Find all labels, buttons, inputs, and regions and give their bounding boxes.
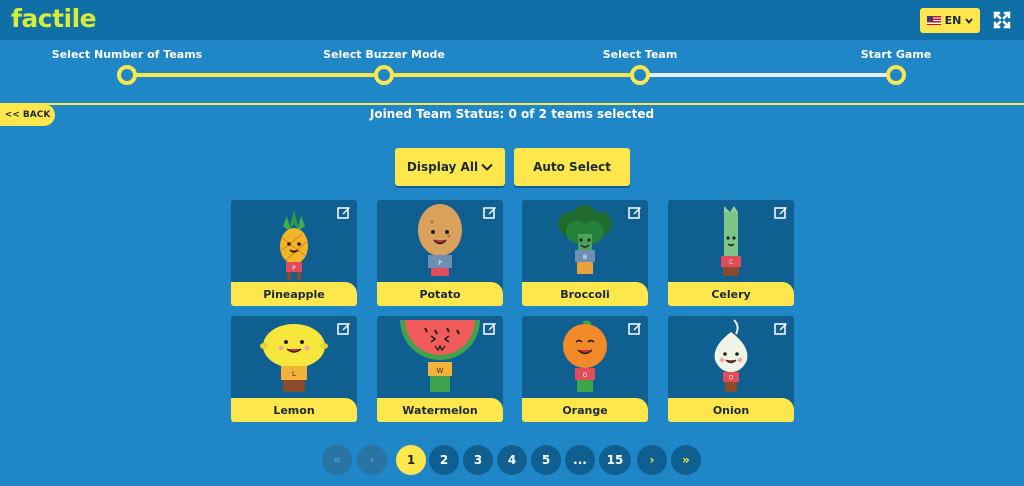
step-dot-buzzer[interactable]: [374, 65, 394, 85]
page-button-4[interactable]: 4: [497, 445, 527, 475]
team-card-potato[interactable]: P Potato: [377, 200, 503, 306]
step-dot-team[interactable]: [630, 65, 650, 85]
team-name: Broccoli: [522, 282, 648, 306]
chevron-down-icon: [965, 17, 974, 24]
team-name: Potato: [377, 282, 503, 306]
step-label-team: Select Team: [602, 48, 678, 61]
next-page-button[interactable]: ›: [637, 445, 667, 475]
team-name: Pineapple: [231, 282, 357, 306]
header-divider: [0, 103, 1024, 105]
step-label-teams: Select Number of Teams: [51, 48, 203, 61]
prev-page-button[interactable]: ‹: [357, 445, 387, 475]
fullscreen-icon[interactable]: [992, 10, 1012, 30]
svg-text:P: P: [292, 265, 296, 272]
page-button-1[interactable]: 1: [396, 445, 426, 475]
svg-text:B: B: [583, 254, 587, 261]
step-dot-teams[interactable]: [117, 65, 137, 85]
team-card-orange[interactable]: O Orange: [522, 316, 648, 422]
edit-icon[interactable]: [628, 321, 642, 335]
language-label: EN: [944, 14, 962, 27]
edit-icon[interactable]: [628, 205, 642, 219]
team-name: Watermelon: [377, 398, 503, 422]
page-ellipsis: ...: [565, 445, 595, 475]
team-name: Lemon: [231, 398, 357, 422]
svg-text:P: P: [438, 260, 442, 267]
page-button-15[interactable]: 15: [599, 445, 631, 475]
team-name: Celery: [668, 282, 794, 306]
first-page-button[interactable]: «: [322, 445, 352, 475]
svg-text:O: O: [729, 375, 734, 382]
progress-track-remaining: [640, 73, 896, 77]
language-selector[interactable]: EN: [920, 8, 980, 33]
team-card-pineapple[interactable]: P Pineapple: [231, 200, 357, 306]
edit-icon[interactable]: [774, 205, 788, 219]
svg-text:C: C: [729, 259, 733, 266]
team-card-broccoli[interactable]: B Broccoli: [522, 200, 648, 306]
team-card-lemon[interactable]: L Lemon: [231, 316, 357, 422]
svg-text:W: W: [437, 367, 444, 375]
edit-icon[interactable]: [337, 321, 351, 335]
step-dot-start[interactable]: [886, 65, 906, 85]
edit-icon[interactable]: [483, 321, 497, 335]
display-all-dropdown[interactable]: Display All: [395, 148, 505, 186]
factile-logo[interactable]: factile: [11, 4, 97, 33]
chevron-down-icon: [481, 163, 493, 171]
edit-icon[interactable]: [483, 205, 497, 219]
page-button-2[interactable]: 2: [429, 445, 459, 475]
team-card-celery[interactable]: C Celery: [668, 200, 794, 306]
team-name: Orange: [522, 398, 648, 422]
last-page-button[interactable]: »: [671, 445, 701, 475]
edit-icon[interactable]: [774, 321, 788, 335]
display-all-label: Display All: [406, 160, 479, 174]
svg-text:O: O: [583, 372, 588, 379]
page-button-5[interactable]: 5: [531, 445, 561, 475]
us-flag-icon: [926, 16, 941, 25]
step-label-start: Start Game: [860, 48, 932, 61]
team-status-text: Joined Team Status: 0 of 2 teams selecte…: [369, 107, 655, 121]
step-label-buzzer: Select Buzzer Mode: [323, 48, 445, 61]
edit-icon[interactable]: [337, 205, 351, 219]
top-bar: factile EN: [0, 0, 1024, 40]
page-button-3[interactable]: 3: [463, 445, 493, 475]
team-card-watermelon[interactable]: W Watermelon: [377, 316, 503, 422]
team-card-onion[interactable]: O Onion: [668, 316, 794, 422]
svg-text:L: L: [292, 370, 296, 378]
auto-select-button[interactable]: Auto Select: [514, 148, 630, 186]
team-name: Onion: [668, 398, 794, 422]
